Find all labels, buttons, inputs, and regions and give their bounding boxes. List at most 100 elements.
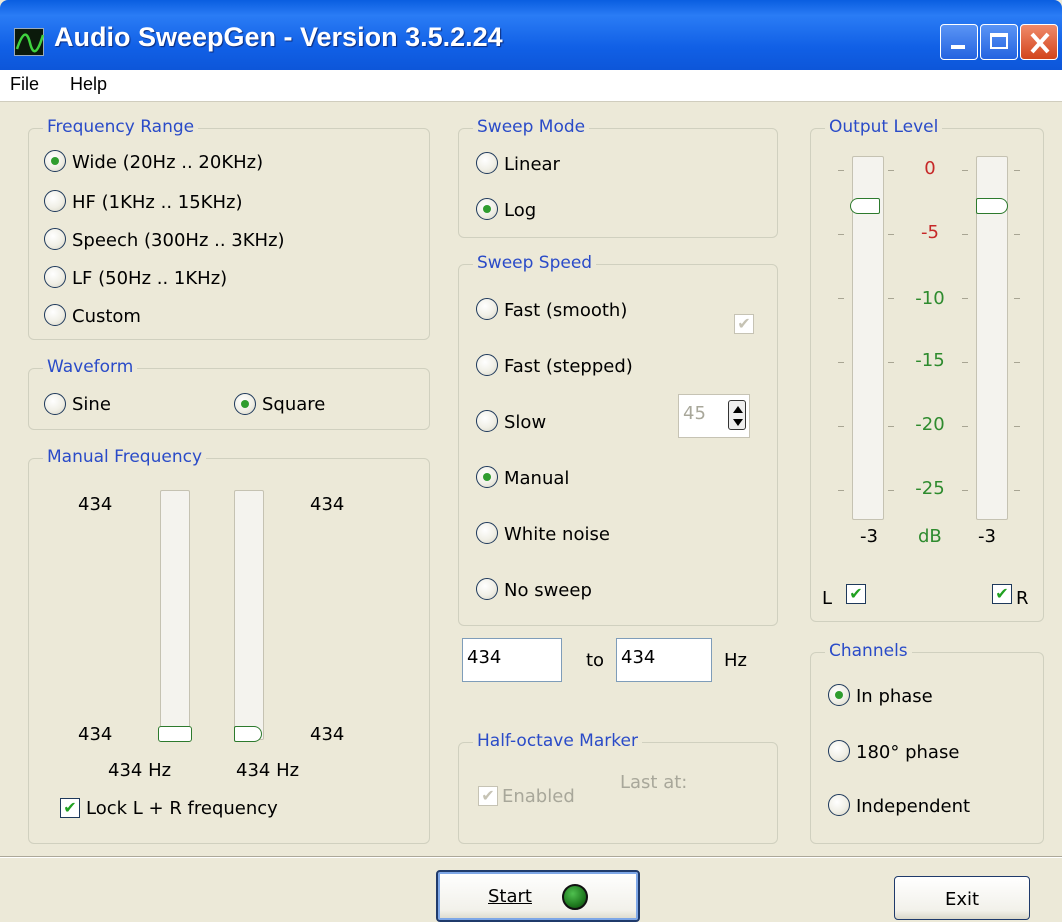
close-icon <box>1030 32 1050 54</box>
close-button[interactable] <box>1020 24 1058 60</box>
level-tick <box>888 170 894 171</box>
level-tick <box>1014 170 1020 171</box>
lock-lr-label: Lock L + R frequency <box>86 798 278 819</box>
radio-log[interactable] <box>476 198 498 220</box>
level-scale-label: -15 <box>915 350 945 371</box>
radio-sine[interactable] <box>44 393 66 415</box>
channels-title: Channels <box>825 641 912 661</box>
frequency-range-label-4: Custom <box>72 306 141 327</box>
frequency-range-label-2: Speech (300Hz .. 3KHz) <box>72 230 285 251</box>
channels-radio-0[interactable] <box>828 684 850 706</box>
level-tick <box>962 298 968 299</box>
frequency-range-radio-0[interactable] <box>44 150 66 172</box>
manual-frequency-group: Manual Frequency <box>28 447 430 844</box>
minimize-button[interactable] <box>940 24 978 60</box>
left-frequency-slider[interactable] <box>160 490 190 740</box>
status-led-icon <box>562 884 588 910</box>
manual-left-top-value: 434 <box>78 494 113 515</box>
level-tick <box>838 170 844 171</box>
sweep-speed-radio-5[interactable] <box>476 578 498 600</box>
frequency-range-radio-2[interactable] <box>44 228 66 250</box>
level-tick <box>1014 298 1020 299</box>
level-tick <box>962 362 968 363</box>
exit-button[interactable]: Exit <box>894 876 1030 920</box>
exit-label: Exit <box>944 889 980 910</box>
level-tick <box>838 490 844 491</box>
right-frequency-slider[interactable] <box>234 490 264 740</box>
level-tick <box>838 298 844 299</box>
menu-help[interactable]: Help <box>70 74 107 95</box>
level-tick <box>1014 490 1020 491</box>
channels-radio-1[interactable] <box>828 740 850 762</box>
sweep-speed-radio-4[interactable] <box>476 522 498 544</box>
maximize-button[interactable] <box>980 24 1018 60</box>
level-tick <box>962 426 968 427</box>
frequency-range-radio-3[interactable] <box>44 266 66 288</box>
smooth-enable-checkbox[interactable]: ✔ <box>734 314 754 334</box>
log-label: Log <box>504 200 537 221</box>
frequency-range-label-1: HF (1KHz .. 15KHz) <box>72 192 243 213</box>
level-scale-label: -25 <box>915 478 945 499</box>
level-tick <box>888 362 894 363</box>
manual-frequency-title: Manual Frequency <box>43 447 207 467</box>
level-tick <box>1014 234 1020 235</box>
radio-linear[interactable] <box>476 152 498 174</box>
sweep-speed-label-5: No sweep <box>504 580 592 601</box>
right-level-value: -3 <box>978 526 996 547</box>
channels-radio-2[interactable] <box>828 794 850 816</box>
sweep-speed-radio-1[interactable] <box>476 354 498 376</box>
status-separator <box>0 856 1062 858</box>
right-channel-label: R <box>1016 588 1029 609</box>
spinner-arrows[interactable] <box>728 400 746 430</box>
level-tick <box>1014 426 1020 427</box>
db-unit-label: dB <box>918 526 942 547</box>
sweep-speed-label-1: Fast (stepped) <box>504 356 633 377</box>
last-at-label: Last at: <box>620 772 688 793</box>
level-scale-label: -5 <box>921 222 939 243</box>
frequency-range-title: Frequency Range <box>43 117 199 137</box>
frequency-range-radio-1[interactable] <box>44 190 66 212</box>
from-frequency-input[interactable]: 434 <box>462 638 562 682</box>
sweep-speed-label-2: Slow <box>504 412 547 433</box>
lock-lr-checkbox[interactable]: ✔ <box>60 798 80 818</box>
left-channel-label: L <box>822 588 833 609</box>
menu-bar: File Help <box>0 70 1062 102</box>
spinner-updown-icon <box>733 406 743 426</box>
from-frequency-value: 434 <box>467 647 502 668</box>
level-tick <box>1014 362 1020 363</box>
menu-file[interactable]: File <box>10 74 39 95</box>
start-button[interactable]: Start <box>436 870 640 922</box>
half-octave-enabled-label: Enabled <box>502 786 575 807</box>
level-tick <box>962 490 968 491</box>
sweep-speed-radio-2[interactable] <box>476 410 498 432</box>
level-tick <box>838 426 844 427</box>
left-frequency-thumb[interactable] <box>158 726 192 742</box>
sweep-speed-radio-0[interactable] <box>476 298 498 320</box>
channels-label-1: 180° phase <box>856 742 960 763</box>
level-tick <box>838 362 844 363</box>
to-frequency-input[interactable]: 434 <box>616 638 712 682</box>
left-hz-label: 434 Hz <box>108 760 172 781</box>
level-scale-label: 0 <box>924 158 936 179</box>
app-icon <box>14 28 45 56</box>
radio-square[interactable] <box>234 393 256 415</box>
to-frequency-value: 434 <box>621 647 656 668</box>
waveform-title: Waveform <box>43 357 138 377</box>
output-level-title: Output Level <box>825 117 943 137</box>
right-frequency-thumb[interactable] <box>234 726 262 742</box>
half-octave-enabled-checkbox[interactable]: ✔ <box>478 786 498 806</box>
sweep-speed-radio-3[interactable] <box>476 466 498 488</box>
left-level-thumb[interactable] <box>850 198 880 214</box>
left-channel-checkbox[interactable]: ✔ <box>846 584 866 604</box>
right-level-thumb[interactable] <box>976 198 1008 214</box>
frequency-range-label-0: Wide (20Hz .. 20KHz) <box>72 152 264 173</box>
sweep-speed-label-0: Fast (smooth) <box>504 300 628 321</box>
start-label: Start <box>488 886 532 907</box>
right-channel-checkbox[interactable]: ✔ <box>992 584 1012 604</box>
frequency-range-radio-4[interactable] <box>44 304 66 326</box>
to-label: to <box>586 650 605 671</box>
slow-speed-value: 45 <box>683 403 706 424</box>
level-tick <box>962 170 968 171</box>
square-label: Square <box>262 394 326 415</box>
left-level-value: -3 <box>860 526 878 547</box>
